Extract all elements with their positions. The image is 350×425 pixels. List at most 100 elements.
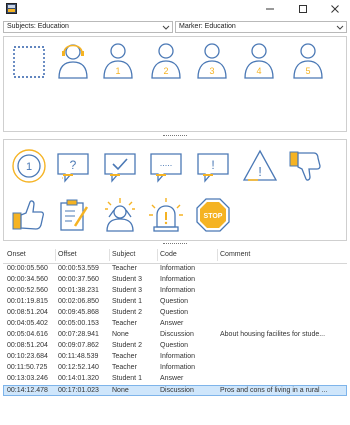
column-header-offset[interactable]: Offset	[58, 251, 77, 258]
app-icon	[6, 3, 17, 14]
subject-student-3-icon[interactable]: 3	[192, 40, 232, 80]
subject-student-2-icon[interactable]: 2	[146, 40, 186, 80]
subject-cell: None	[112, 387, 129, 394]
subject-empty-icon[interactable]	[9, 42, 49, 82]
subject-student-5-icon[interactable]: 5	[288, 40, 328, 80]
marker-exclamation-icon[interactable]: !	[193, 146, 233, 186]
onset-cell: 00:00:34.560	[7, 276, 48, 283]
table-row[interactable]: 00:08:51.204 00:09:45.868 Student 2 Ques…	[3, 308, 347, 319]
chevron-down-icon	[336, 25, 344, 30]
subject-teacher-icon[interactable]	[53, 40, 93, 80]
subjects-dropdown[interactable]: Subjects: Education	[3, 21, 173, 33]
table-row[interactable]: 00:01:19.815 00:02:06.850 Student 1 Ques…	[3, 297, 347, 308]
code-cell: Information	[160, 353, 196, 360]
marker-task-icon[interactable]	[53, 195, 93, 235]
maximize-button[interactable]	[295, 2, 311, 16]
offset-cell: 00:00:53.559	[58, 265, 99, 272]
subject-student-1-icon[interactable]: 1	[98, 40, 138, 80]
onset-cell: 00:01:19.815	[7, 298, 48, 305]
subject-cell: Student 3	[112, 276, 142, 283]
code-cell: Information	[160, 364, 196, 371]
onset-cell: 00:04:05.402	[7, 320, 48, 327]
subject-cell: Teacher	[112, 265, 137, 272]
information-label: 1	[26, 161, 32, 173]
onset-cell: 00:00:52.560	[7, 287, 48, 294]
subject-cell: Student 1	[112, 298, 142, 305]
table-row[interactable]: 00:00:34.560 00:00:37.560 Student 3 Info…	[3, 275, 347, 286]
marker-discussion-icon[interactable]: .....	[146, 146, 186, 186]
subject-student-4-icon[interactable]: 4	[239, 40, 279, 80]
table-row[interactable]: 00:05:04.616 00:07:28.941 None Discussio…	[3, 330, 347, 341]
marker-stop-icon[interactable]: STOP	[193, 195, 233, 235]
marker-warning-icon[interactable]: !	[240, 146, 280, 186]
code-cell: Information	[160, 265, 196, 272]
offset-cell: 00:11:48.539	[58, 353, 99, 360]
subject-cell: Student 2	[112, 342, 142, 349]
comment-cell: Pros and cons of living in a rural ...	[220, 387, 328, 394]
title-bar	[0, 0, 350, 18]
code-cell: Discussion	[160, 387, 194, 394]
subject-cell: Teacher	[112, 364, 137, 371]
column-header-onset[interactable]: Onset	[7, 251, 26, 258]
warning-label: !	[258, 164, 262, 179]
subject-cell: Student 1	[112, 375, 142, 382]
subjects-dropdown-value: Subjects: Education	[7, 23, 69, 30]
marker-stress-icon[interactable]	[100, 195, 140, 235]
offset-cell: 00:17:01.023	[58, 387, 99, 394]
code-cell: Answer	[160, 320, 184, 327]
offset-cell: 00:02:06.850	[58, 298, 99, 305]
column-header-code[interactable]: Code	[160, 251, 177, 258]
marker-dropdown-value: Marker: Education	[179, 23, 236, 30]
close-button[interactable]	[327, 2, 343, 16]
marker-question-icon[interactable]: ?	[53, 146, 93, 186]
comment-cell: About housing facilites for stude...	[220, 331, 326, 338]
table-row[interactable]: 00:13:03.246 00:14:01.320 Student 1 Answ…	[3, 374, 347, 385]
student-number-label: 5	[305, 66, 310, 76]
student-number-label: 4	[256, 66, 261, 76]
table-row[interactable]: 00:04:05.402 00:05:00.153 Teacher Answer	[3, 319, 347, 330]
student-number-label: 2	[163, 66, 168, 76]
onset-cell: 00:13:03.246	[7, 375, 48, 382]
question-label: ?	[70, 158, 77, 172]
table-row[interactable]: 00:10:23.684 00:11:48.539 Teacher Inform…	[3, 352, 347, 363]
chevron-down-icon	[162, 25, 170, 30]
stop-label: STOP	[204, 213, 223, 220]
marker-information-icon[interactable]: 1	[9, 146, 49, 186]
code-cell: Answer	[160, 375, 184, 382]
exclamation-label: !	[211, 158, 214, 172]
minimize-button[interactable]	[262, 2, 278, 16]
table-row-selected[interactable]: 00:14:12.478 00:17:01.023 None Discussio…	[3, 385, 347, 396]
subject-cell: Teacher	[112, 320, 137, 327]
discussion-label: .....	[160, 158, 173, 168]
marker-dropdown[interactable]: Marker: Education	[175, 21, 347, 33]
onset-cell: 00:08:51.204	[7, 309, 48, 316]
marker-thumbs-down-icon[interactable]	[286, 146, 326, 186]
subject-cell: None	[112, 331, 129, 338]
marker-thumbs-up-icon[interactable]	[9, 195, 49, 235]
offset-cell: 00:14:01.320	[58, 375, 99, 382]
student-number-label: 1	[115, 66, 120, 76]
marker-answer-icon[interactable]	[100, 146, 140, 186]
table-row[interactable]: 00:08:51.204 00:09:07.862 Student 2 Ques…	[3, 341, 347, 352]
panel-splitter[interactable]	[0, 242, 350, 246]
code-cell: Question	[160, 342, 189, 349]
table-row[interactable]: 00:11:50.725 00:12:52.140 Teacher Inform…	[3, 363, 347, 374]
table-row[interactable]: 00:00:05.560 00:00:53.559 Teacher Inform…	[3, 264, 347, 275]
onset-cell: 00:05:04.616	[7, 331, 48, 338]
student-number-label: 3	[209, 66, 214, 76]
code-cell: Information	[160, 276, 196, 283]
offset-cell: 00:00:37.560	[58, 276, 99, 283]
marker-alarm-icon[interactable]	[146, 195, 186, 235]
column-header-subject[interactable]: Subject	[112, 251, 135, 258]
onset-cell: 00:08:51.204	[7, 342, 48, 349]
onset-cell: 00:00:05.560	[7, 265, 48, 272]
code-cell: Discussion	[160, 331, 194, 338]
code-cell: Question	[160, 309, 189, 316]
onset-cell: 00:10:23.684	[7, 353, 48, 360]
offset-cell: 00:09:45.868	[58, 309, 99, 316]
onset-cell: 00:14:12.478	[7, 387, 48, 394]
offset-cell: 00:09:07.862	[58, 342, 99, 349]
panel-splitter[interactable]	[0, 134, 350, 138]
column-header-comment[interactable]: Comment	[220, 251, 250, 258]
table-row[interactable]: 00:00:52.560 00:01:38.231 Student 3 Info…	[3, 286, 347, 297]
